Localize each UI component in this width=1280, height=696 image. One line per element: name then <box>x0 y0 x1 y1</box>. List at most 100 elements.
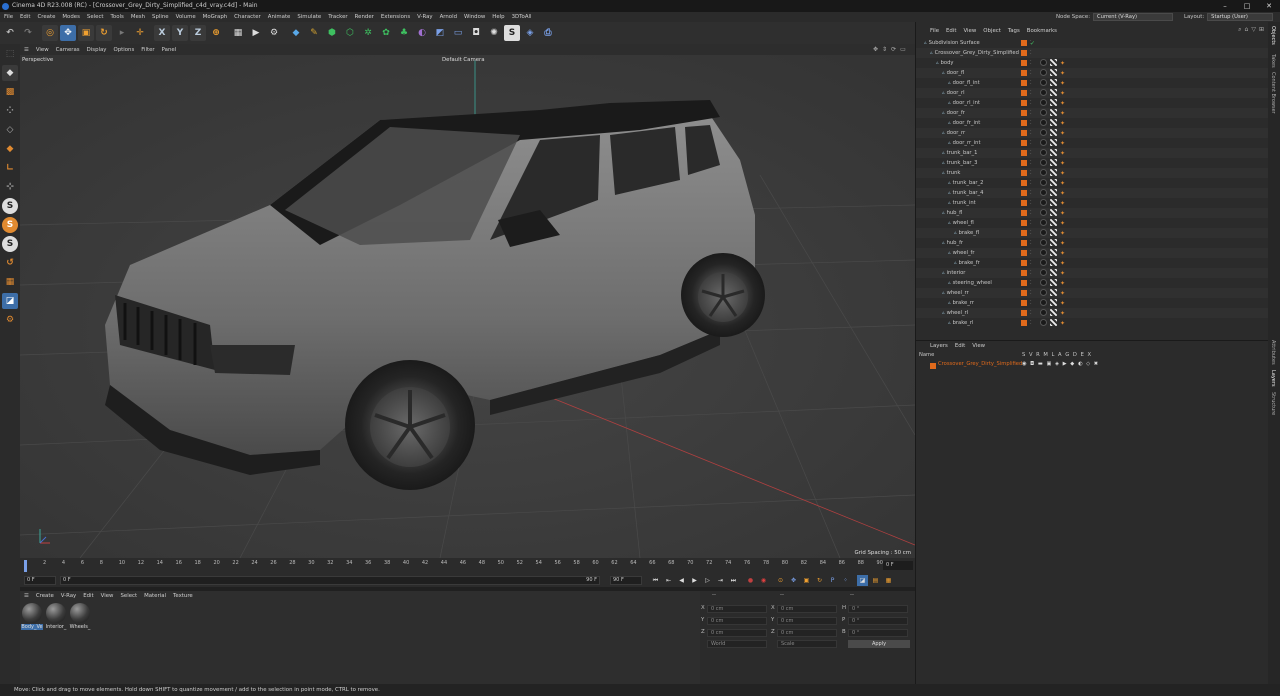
object-name[interactable]: ▵ door_rr_int <box>948 138 981 148</box>
timeline-ruler[interactable]: 0246810121416182022242628303234363840424… <box>24 560 886 572</box>
playhead[interactable] <box>24 560 27 572</box>
layer-color-icon[interactable] <box>1021 130 1027 136</box>
material-tag-icon[interactable] <box>1040 59 1047 66</box>
visibility-dots-icon[interactable]: ⁚ <box>1030 239 1032 247</box>
phong-tag-icon[interactable]: ✦ <box>1060 69 1067 77</box>
object-row[interactable]: ▵ trunk_int ⁚ ✦ <box>916 198 1269 208</box>
camera-icon[interactable]: ◘ <box>468 25 484 41</box>
rot-b-field[interactable]: 0 ° <box>848 629 908 637</box>
pan-view-icon[interactable]: ✥ <box>873 46 878 53</box>
phong-tag-icon[interactable]: ✦ <box>1060 309 1067 317</box>
visibility-dots-icon[interactable]: ⁚ <box>1030 49 1032 57</box>
visibility-dots-icon[interactable]: ⁚ <box>1030 69 1032 77</box>
object-name[interactable]: ▵ brake_fl <box>954 228 979 238</box>
vray-icon[interactable]: S <box>504 25 520 41</box>
phong-tag-icon[interactable]: ✦ <box>1060 89 1067 97</box>
scheme-icon[interactable]: ▦ <box>883 575 894 586</box>
visibility-dots-icon[interactable]: ⁚ <box>1030 209 1032 217</box>
object-name[interactable]: ▵ door_fr <box>942 108 965 118</box>
visibility-dots-icon[interactable]: ⁚ <box>1030 229 1032 237</box>
apply-button[interactable]: Apply <box>848 640 910 648</box>
material-tag-icon[interactable] <box>1040 309 1047 316</box>
phong-tag-icon[interactable]: ✦ <box>1060 139 1067 147</box>
menu-tools[interactable]: Tools <box>111 14 124 20</box>
next-key-icon[interactable]: ⇥ <box>715 575 726 586</box>
visibility-dots-icon[interactable]: ⁚ <box>1030 309 1032 317</box>
size-z-field[interactable]: 0 cm <box>777 629 837 637</box>
object-row[interactable]: ▵ door_rl ⁚ ✦ <box>916 88 1269 98</box>
visibility-dots-icon[interactable]: ⁚ <box>1030 119 1032 127</box>
layer-color-icon[interactable] <box>1021 200 1027 206</box>
material-menu-create[interactable]: Create <box>36 593 54 599</box>
tab-structure[interactable]: Structure <box>1270 392 1276 415</box>
layer-color-icon[interactable] <box>1021 50 1027 56</box>
uvw-tag-icon[interactable] <box>1050 179 1057 186</box>
object-name[interactable]: ▵ trunk_bar_4 <box>948 188 983 198</box>
visibility-dots-icon[interactable]: ⁚ <box>1030 89 1032 97</box>
material-tag-icon[interactable] <box>1040 279 1047 286</box>
point-level-key-icon[interactable]: ⁘ <box>840 575 851 586</box>
layer-color-icon[interactable] <box>1021 280 1027 286</box>
rot-h-field[interactable]: 0 ° <box>848 605 908 613</box>
visibility-dots-icon[interactable]: ⁚ <box>1030 189 1032 197</box>
size-x-field[interactable]: 0 cm <box>777 605 837 613</box>
material-hamburger-icon[interactable]: ☰ <box>24 593 29 599</box>
visibility-dots-icon[interactable]: ⁚ <box>1030 109 1032 117</box>
material-item[interactable]: Wheels_ <box>69 603 91 630</box>
play-icon[interactable]: ▶ <box>689 575 700 586</box>
uvw-tag-icon[interactable] <box>1050 169 1057 176</box>
layer-color-icon[interactable] <box>1021 250 1027 256</box>
rotation-key-icon[interactable]: ↻ <box>814 575 825 586</box>
filter-icon[interactable]: ▽ <box>1251 26 1256 34</box>
layer-color-icon[interactable] <box>1021 40 1027 46</box>
uvw-tag-icon[interactable] <box>1050 139 1057 146</box>
coordinate-system-icon[interactable]: ⊕ <box>208 25 224 41</box>
layer-color-icon[interactable] <box>1021 60 1027 66</box>
object-name[interactable]: ▵ wheel_fr <box>948 248 975 258</box>
visibility-dots-icon[interactable]: ⁚ <box>1030 299 1032 307</box>
menu-modes[interactable]: Modes <box>62 14 80 20</box>
position-key-icon[interactable]: ✥ <box>788 575 799 586</box>
uvw-tag-icon[interactable] <box>1050 129 1057 136</box>
layer-color-icon[interactable] <box>1021 210 1027 216</box>
layer-color-icon[interactable] <box>1021 100 1027 106</box>
workplane-icon[interactable]: ▦ <box>2 274 18 290</box>
phong-tag-icon[interactable]: ✦ <box>1060 219 1067 227</box>
pos-z-field[interactable]: 0 cm <box>707 629 767 637</box>
object-menu-bookmarks[interactable]: Bookmarks <box>1027 28 1057 34</box>
object-row[interactable]: ▵ door_fr_int ⁚ ✦ <box>916 118 1269 128</box>
enabled-check-icon[interactable]: ✓ <box>1030 39 1037 47</box>
rotate-tool-icon[interactable]: ↻ <box>96 25 112 41</box>
layer-name[interactable]: Crossover_Grey_Dirty_Simplified <box>938 361 1022 367</box>
uvw-tag-icon[interactable] <box>1050 229 1057 236</box>
live-selection-icon[interactable]: ◎ <box>42 25 58 41</box>
end-frame-field[interactable]: 90 F <box>610 576 642 585</box>
snap-icon[interactable]: ↺ <box>2 255 18 271</box>
object-row[interactable]: ▵ trunk_bar_3 ⁚ ✦ <box>916 158 1269 168</box>
current-frame-field[interactable]: 0 F <box>883 561 913 570</box>
vray-frame-buffer-icon[interactable]: ⎙ <box>540 25 556 41</box>
material-tag-icon[interactable] <box>1040 69 1047 76</box>
redo-icon[interactable]: ↷ <box>20 25 36 41</box>
object-menu-file[interactable]: File <box>930 28 939 34</box>
planar-workplane-icon[interactable]: ⚙ <box>2 312 18 328</box>
timeline-ruler-bar[interactable]: 0246810121416182022242628303234363840424… <box>20 558 915 574</box>
object-name[interactable]: ▵ trunk_bar_1 <box>942 148 977 158</box>
rot-p-field[interactable]: 0 ° <box>848 617 908 625</box>
visibility-dots-icon[interactable]: ⁚ <box>1030 179 1032 187</box>
coordinate-mode-dropdown[interactable]: World <box>707 640 767 648</box>
prev-key-icon[interactable]: ⇤ <box>663 575 674 586</box>
object-row[interactable]: ▵ steering_wheel ⁚ ✦ <box>916 278 1269 288</box>
object-row[interactable]: ▵ door_fl ⁚ ✦ <box>916 68 1269 78</box>
object-name[interactable]: ▵ brake_rr <box>948 298 974 308</box>
object-name[interactable]: ▵ trunk_bar_2 <box>948 178 983 188</box>
object-menu-tags[interactable]: Tags <box>1008 28 1020 34</box>
tab-objects[interactable]: Objects <box>1270 26 1276 45</box>
object-name[interactable]: ▵ trunk <box>942 168 960 178</box>
menu-render[interactable]: Render <box>355 14 374 20</box>
material-tag-icon[interactable] <box>1040 189 1047 196</box>
uvw-tag-icon[interactable] <box>1050 89 1057 96</box>
phong-tag-icon[interactable]: ✦ <box>1060 279 1067 287</box>
visibility-dots-icon[interactable]: ⁚ <box>1030 249 1032 257</box>
field-icon[interactable]: ◐ <box>414 25 430 41</box>
